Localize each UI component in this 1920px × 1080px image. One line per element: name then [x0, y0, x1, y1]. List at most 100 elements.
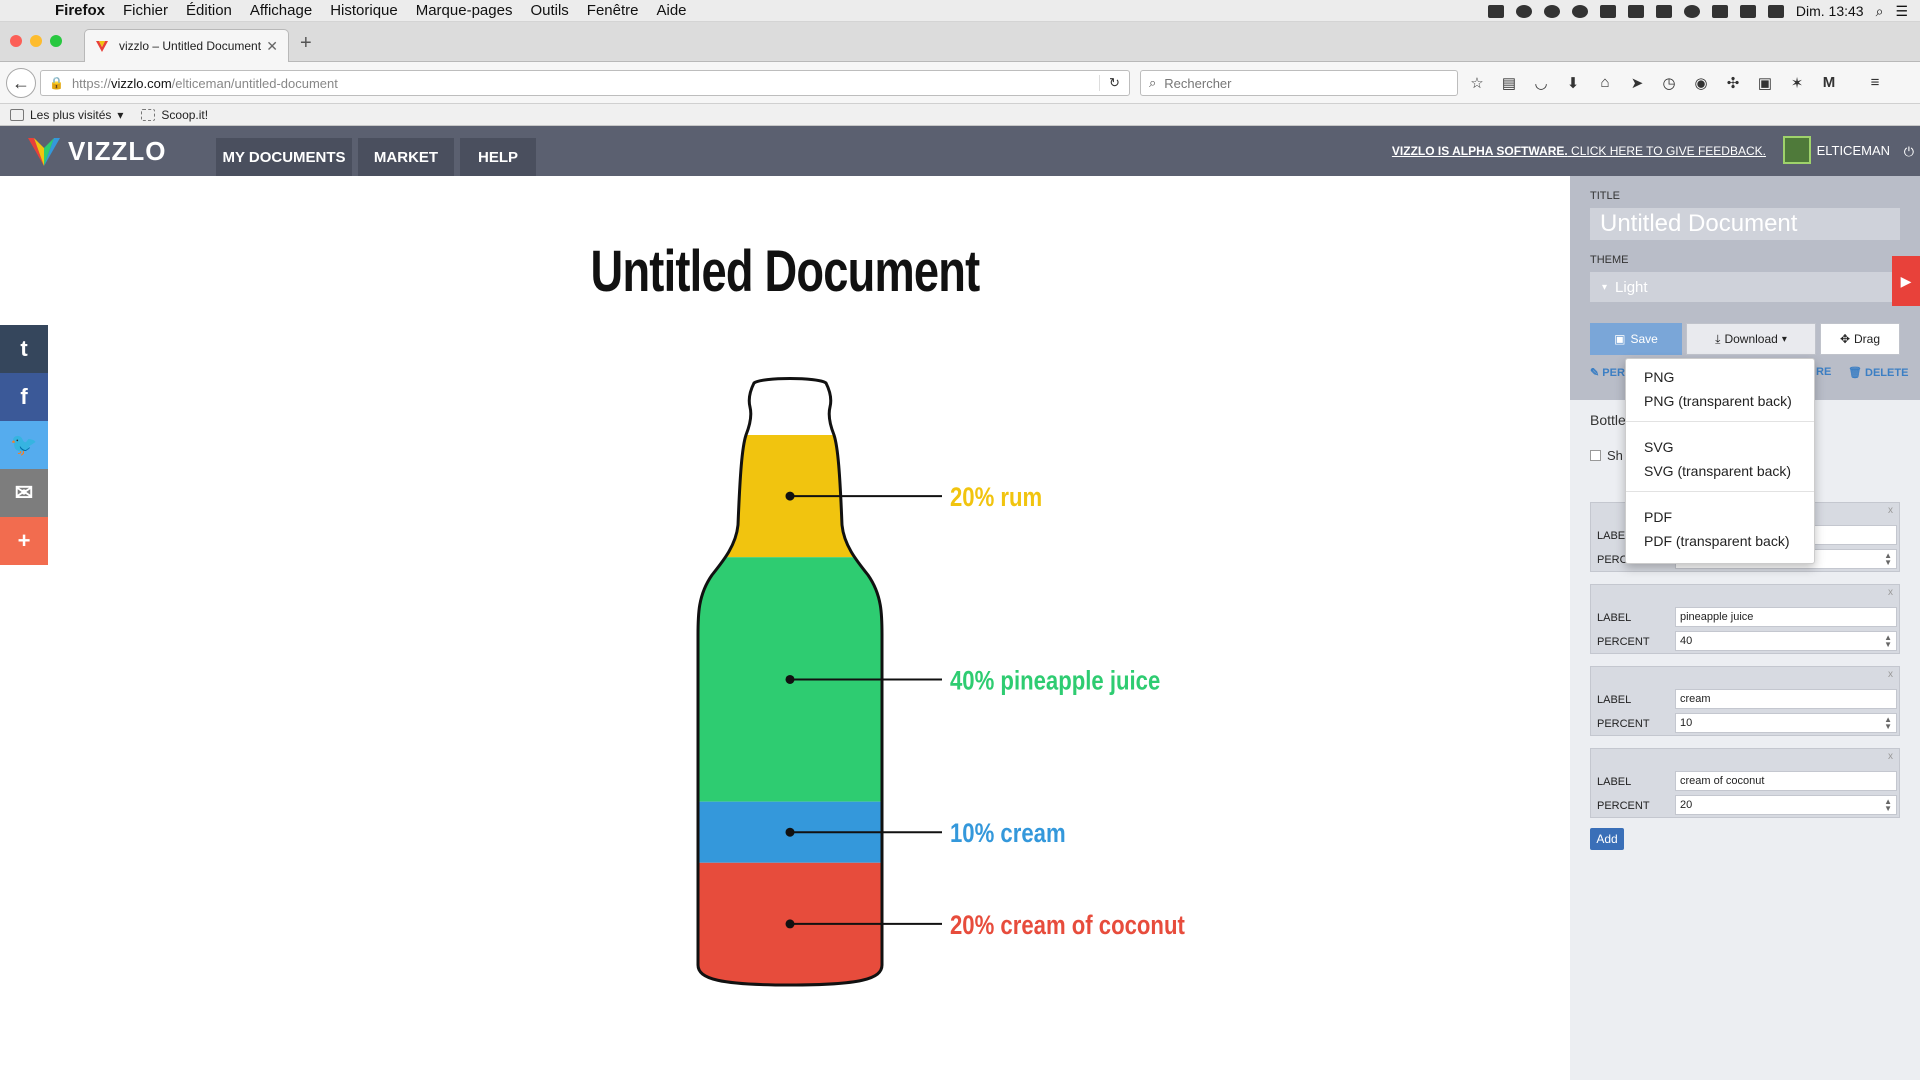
tumblr-share-button[interactable]: t: [0, 325, 48, 373]
delete-link[interactable]: 🗑 DELETE: [1848, 366, 1908, 379]
layer-entry: x LABEL cream of coconut PERCENT 20 ▲ ▼: [1590, 748, 1900, 818]
layer-label: 40% pineapple juice: [950, 666, 1160, 696]
download-png-transparent[interactable]: PNG (transparent back): [1644, 393, 1792, 409]
remove-entry-icon[interactable]: x: [1888, 587, 1893, 598]
menu-outils[interactable]: Outils: [521, 2, 577, 19]
label-input[interactable]: cream of coconut: [1675, 771, 1897, 791]
feedback-link[interactable]: VIZZLO IS ALPHA SOFTWARE. CLICK HERE TO …: [1392, 144, 1766, 158]
user-menu[interactable]: ELTICEMAN: [1782, 136, 1890, 164]
facebook-share-button[interactable]: f: [0, 373, 48, 421]
avatar: [1782, 136, 1811, 164]
screenshot-icon[interactable]: [1487, 4, 1504, 18]
download-png[interactable]: PNG: [1644, 369, 1674, 385]
theme-select[interactable]: ▾ Light: [1590, 272, 1900, 302]
mail-icon[interactable]: M: [1820, 74, 1838, 92]
bookmark-star-icon[interactable]: ☆: [1468, 74, 1486, 92]
vizzlo-logo[interactable]: VIZZLO: [26, 134, 166, 168]
nav-market[interactable]: MARKET: [358, 138, 454, 176]
stepper-icon[interactable]: ▲ ▼: [1884, 716, 1892, 731]
more-icon: +: [17, 528, 31, 553]
percent-input[interactable]: 10 ▲ ▼: [1675, 713, 1897, 733]
more-share-button[interactable]: +: [0, 517, 48, 565]
time-machine-icon[interactable]: [1683, 4, 1700, 18]
menu-app-name[interactable]: Firefox: [46, 2, 114, 19]
dropbox-icon[interactable]: [1571, 4, 1588, 18]
add-button[interactable]: Add: [1590, 828, 1624, 850]
minimize-window-button[interactable]: [30, 35, 42, 47]
feedback-link-text: CLICK HERE TO GIVE FEEDBACK.: [1571, 144, 1766, 158]
volume-icon[interactable]: [1767, 4, 1784, 18]
remove-entry-icon[interactable]: x: [1888, 505, 1893, 516]
menu-historique[interactable]: Historique: [321, 2, 407, 19]
airplay-icon[interactable]: [1627, 4, 1644, 18]
show-checkbox-row[interactable]: Sh: [1590, 448, 1623, 463]
download-svg-transparent[interactable]: SVG (transparent back): [1644, 463, 1791, 479]
drive-icon[interactable]: [1599, 4, 1616, 18]
bluetooth-icon[interactable]: [1711, 4, 1728, 18]
download-pdf-transparent[interactable]: PDF (transparent back): [1644, 533, 1790, 549]
reading-list-icon[interactable]: ▤: [1500, 74, 1518, 92]
permalink-link[interactable]: ✎ PER: [1590, 366, 1625, 379]
download-button[interactable]: ⤓ Download ▾: [1686, 323, 1816, 355]
logout-icon[interactable]: ⏻: [1904, 144, 1914, 160]
percent-value: 10: [1680, 717, 1693, 729]
hamburger-menu-icon[interactable]: ≡: [1866, 74, 1884, 92]
twitter-share-button[interactable]: 🐦: [0, 421, 48, 469]
menu-marque-pages[interactable]: Marque-pages: [407, 2, 522, 19]
menu-edition[interactable]: Édition: [177, 2, 241, 19]
notification-center-icon[interactable]: ☰: [1895, 3, 1908, 20]
collapse-panel-button[interactable]: ▶: [1892, 256, 1920, 306]
addon-icon[interactable]: ✶: [1788, 74, 1806, 92]
remove-entry-icon[interactable]: x: [1888, 669, 1893, 680]
drag-button[interactable]: ✥ Drag: [1820, 323, 1900, 355]
save-button[interactable]: ▣ Save: [1590, 323, 1682, 355]
menu-fenetre[interactable]: Fenêtre: [578, 2, 648, 19]
browser-tab[interactable]: vizzlo – Untitled Document ✕: [84, 29, 289, 62]
email-share-button[interactable]: ✉: [0, 469, 48, 517]
zoom-window-button[interactable]: [50, 35, 62, 47]
menu-fichier[interactable]: Fichier: [114, 2, 177, 19]
wifi-icon[interactable]: [1739, 4, 1756, 18]
back-button[interactable]: ←: [6, 68, 36, 98]
spotlight-icon[interactable]: ⌕: [1876, 3, 1884, 20]
percent-input[interactable]: 20 ▲▼: [1675, 795, 1897, 815]
close-window-button[interactable]: [10, 35, 22, 47]
bookmark-scoopit[interactable]: Scoop.it!: [141, 108, 208, 122]
label-input[interactable]: pineapple juice: [1675, 607, 1897, 627]
bookmark-most-visited[interactable]: Les plus visités ▾: [10, 108, 123, 122]
extension-icon[interactable]: ✣: [1724, 74, 1742, 92]
search-input[interactable]: ⌕ Rechercher: [1140, 70, 1458, 96]
menu-affichage[interactable]: Affichage: [241, 2, 321, 19]
clipboard-icon[interactable]: ▣: [1756, 74, 1774, 92]
reload-icon[interactable]: ↻: [1099, 75, 1129, 91]
downloads-icon[interactable]: ⬇: [1564, 74, 1582, 92]
download-svg[interactable]: SVG: [1644, 439, 1674, 455]
new-tab-icon[interactable]: +: [300, 32, 312, 55]
tab-title: vizzlo – Untitled Document: [119, 39, 262, 53]
nav-help[interactable]: HELP: [460, 138, 536, 176]
remove-entry-icon[interactable]: x: [1888, 751, 1893, 762]
home-icon[interactable]: ⌂: [1596, 74, 1614, 92]
stepper-icon[interactable]: ▲ ▼: [1884, 552, 1892, 567]
percent-input[interactable]: 40 ▲ ▼: [1675, 631, 1897, 651]
show-checkbox[interactable]: [1590, 450, 1601, 461]
nav-my-documents[interactable]: MY DOCUMENTS: [216, 138, 352, 176]
menu-aide[interactable]: Aide: [648, 2, 696, 19]
stepper-icon[interactable]: ▲ ▼: [1884, 798, 1892, 813]
stepper-icon[interactable]: ▲ ▼: [1884, 634, 1892, 649]
tab-close-icon[interactable]: ✕: [266, 38, 278, 55]
title-input[interactable]: Untitled Document: [1590, 208, 1900, 240]
chat-icon[interactable]: ◉: [1692, 74, 1710, 92]
sync-icon[interactable]: [1543, 4, 1560, 18]
eject-icon[interactable]: [1655, 4, 1672, 18]
clock[interactable]: Dim. 13:43: [1796, 3, 1864, 19]
url-bar[interactable]: 🔒 https:// vizzlo.com /elticeman/untitle…: [40, 70, 1130, 96]
send-icon[interactable]: ➤: [1628, 74, 1646, 92]
cloud-icon[interactable]: [1515, 4, 1532, 18]
label-input[interactable]: cream: [1675, 689, 1897, 709]
pocket-icon[interactable]: ◡: [1532, 74, 1550, 92]
download-pdf[interactable]: PDF: [1644, 509, 1672, 525]
history-icon[interactable]: ◷: [1660, 74, 1678, 92]
share-link[interactable]: RE: [1816, 366, 1831, 378]
layer-entry: x LABEL pineapple juice PERCENT 40 ▲ ▼: [1590, 584, 1900, 654]
